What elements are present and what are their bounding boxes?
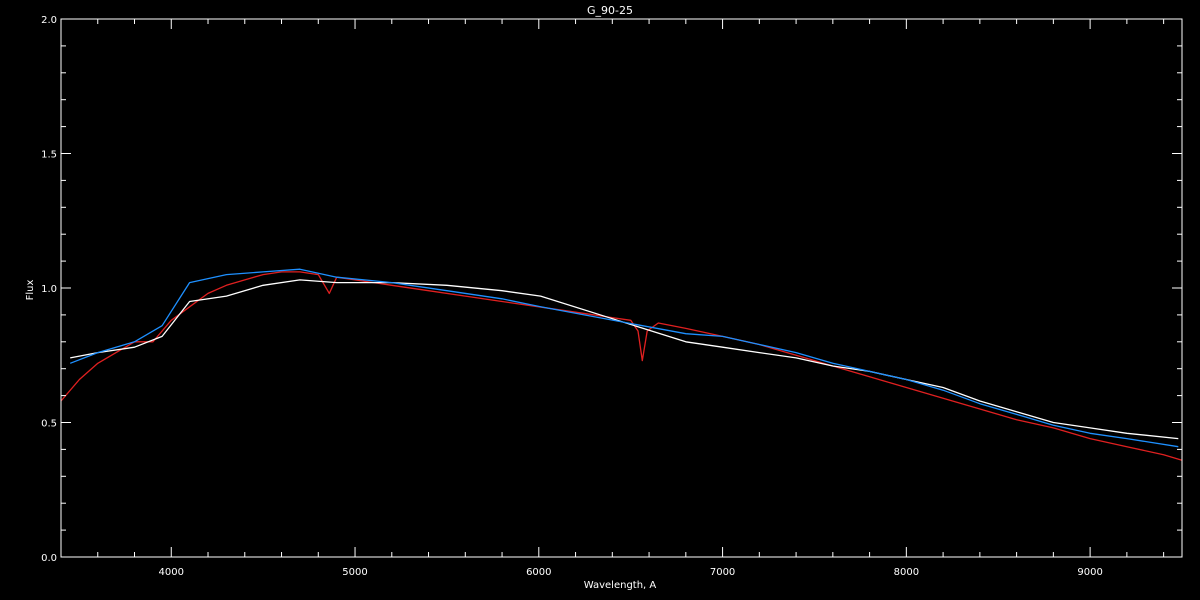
- series-line-fit: [69, 268, 1179, 448]
- y-tick-label: 1.5: [41, 150, 57, 161]
- axes: 4000 5000 6000 7000 8000 9000 0.0 0.5 1.0 1.5 2.0: [41, 15, 1183, 578]
- x-tick-label: 5000: [342, 567, 367, 578]
- y-tick-label: 0.5: [41, 419, 57, 430]
- y-tick-label: 0.0: [41, 553, 57, 564]
- y-tick-label: 2.0: [41, 15, 57, 26]
- x-tick-label: 8000: [894, 567, 919, 578]
- x-tick-label: 6000: [526, 567, 551, 578]
- x-tick-label: 7000: [710, 567, 735, 578]
- plot-area: [60, 268, 1183, 461]
- x-tick-label: 9000: [1077, 567, 1102, 578]
- x-axis-label: Wavelength, A: [584, 580, 657, 591]
- y-tick-label: 1.0: [41, 284, 57, 295]
- x-tick-label: 4000: [159, 567, 184, 578]
- spectrum-chart: G_90-25 4000 5000 6000 7000 8000 9000 0.0 0.5 1.…: [0, 0, 1200, 600]
- series-line-model: [60, 271, 1183, 461]
- plot-frame: [60, 18, 1183, 558]
- series-line-observed: [70, 279, 1179, 440]
- chart-title: G_90-25: [587, 4, 633, 17]
- y-axis-label: Flux: [25, 280, 36, 301]
